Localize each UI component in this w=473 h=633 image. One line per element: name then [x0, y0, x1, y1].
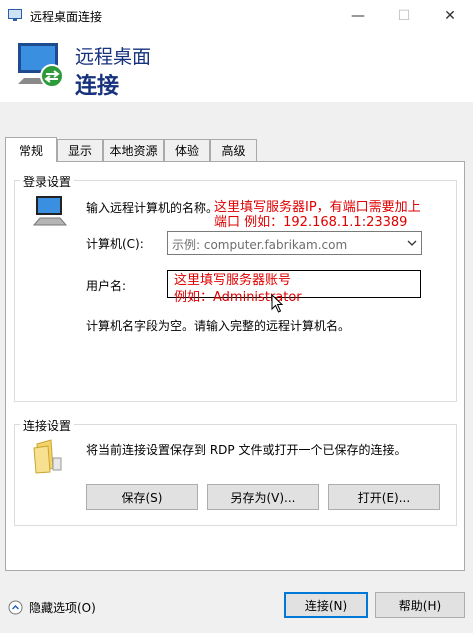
- maximize-icon: ☐: [397, 8, 411, 24]
- remote-desktop-app-icon: [8, 9, 22, 21]
- computer-icon: [32, 196, 68, 226]
- minimize-button[interactable]: —: [335, 0, 381, 32]
- connection-settings-title: 连接设置: [20, 417, 75, 434]
- login-settings-title: 登录设置: [20, 173, 75, 190]
- header-banner: [0, 32, 473, 102]
- header-title-line2: 连接: [75, 74, 120, 99]
- chevron-down-icon: [407, 240, 417, 246]
- tab-experience[interactable]: 体验: [164, 139, 210, 161]
- connection-description: 将当前连接设置保存到 RDP 文件或打开一个已保存的连接。: [86, 443, 407, 457]
- mouse-cursor-icon: [271, 294, 284, 313]
- annotation-computer-line1: 这里填写服务器IP，有端口需要加上: [214, 200, 421, 215]
- hide-options-toggle[interactable]: 隐藏选项(O): [8, 599, 96, 616]
- username-label: 用户名:: [86, 279, 127, 293]
- tab-advanced[interactable]: 高级: [210, 139, 257, 161]
- open-button[interactable]: 打开(E)...: [328, 484, 440, 510]
- remote-desktop-logo-icon: [18, 43, 64, 88]
- close-button[interactable]: ✕: [427, 0, 473, 32]
- computer-combobox[interactable]: 示例: computer.fabrikam.com: [167, 231, 422, 255]
- folder-document-icon: [33, 439, 62, 474]
- computer-placeholder: 示例: computer.fabrikam.com: [172, 238, 348, 252]
- maximize-button: ☐: [381, 0, 427, 32]
- chevron-up-circle-icon: [8, 600, 23, 615]
- window-title: 远程桌面连接: [30, 10, 103, 24]
- connection-settings-group: [14, 424, 457, 526]
- login-prompt: 输入远程计算机的名称。: [86, 201, 219, 215]
- computer-label: 计算机(C):: [86, 237, 144, 251]
- header-title-line1: 远程桌面: [75, 46, 152, 68]
- close-icon: ✕: [444, 8, 456, 24]
- tab-display[interactable]: 显示: [57, 139, 103, 161]
- annotation-computer-line2: 端口 例如：192.168.1.1:23389: [214, 215, 408, 230]
- tab-local-resources[interactable]: 本地资源: [103, 139, 164, 161]
- save-as-button[interactable]: 另存为(V)...: [207, 484, 319, 510]
- tab-general[interactable]: 常规: [5, 137, 57, 162]
- save-button[interactable]: 保存(S): [86, 484, 198, 510]
- annotation-user-line1: 这里填写服务器账号: [174, 273, 292, 288]
- connect-button[interactable]: 连接(N): [284, 592, 368, 618]
- hide-options-label: 隐藏选项(O): [29, 601, 96, 615]
- login-note: 计算机名字段为空。请输入完整的远程计算机名。: [86, 319, 351, 333]
- help-button[interactable]: 帮助(H): [375, 592, 465, 618]
- minimize-icon: —: [351, 8, 365, 24]
